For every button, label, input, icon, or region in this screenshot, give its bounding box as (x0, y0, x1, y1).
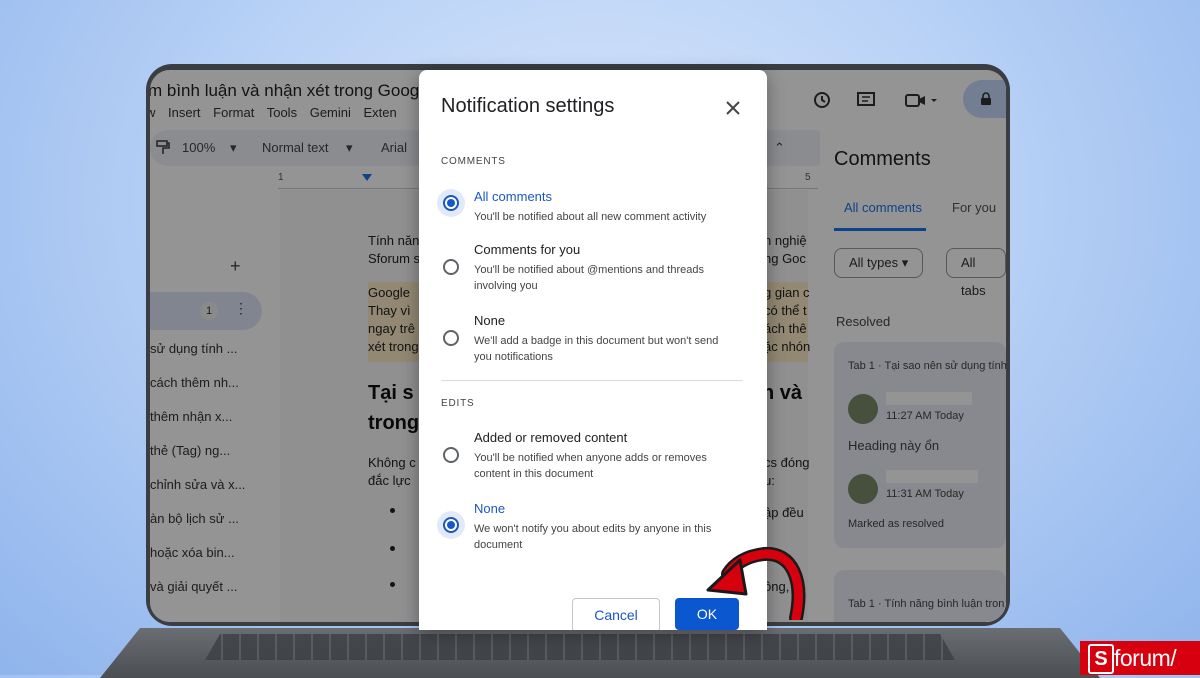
option-label: None (474, 313, 506, 328)
option-description: You'll be notified when anyone adds or r… (474, 452, 707, 480)
option-label: All comments (474, 189, 553, 204)
option-description: You'll be notified about @mentions and t… (474, 264, 704, 292)
laptop-keyboard (205, 634, 955, 660)
comments-section-label: COMMENTS (441, 156, 506, 167)
option-label: Added or removed content (474, 430, 628, 445)
dialog-title: Notification settings (441, 95, 615, 117)
close-button[interactable] (721, 96, 745, 120)
close-icon (726, 101, 740, 115)
radio-comments-for-you[interactable] (443, 259, 459, 275)
option-comments-for-you[interactable]: Comments for you You'll be notified abou… (437, 242, 747, 296)
sforum-logo: S forum/ (1080, 641, 1200, 675)
option-comments-none[interactable]: None We'll add a badge in this document … (437, 313, 747, 367)
radio-edits-none[interactable] (443, 517, 459, 533)
option-description: We won't notify you about edits by anyon… (474, 523, 712, 551)
option-all-comments[interactable]: All comments You'll be notified about al… (437, 189, 747, 229)
logo-text: forum/ (1114, 645, 1177, 671)
edits-section-label: EDITS (441, 398, 475, 409)
radio-added-removed-content[interactable] (443, 447, 459, 463)
option-description: We'll add a badge in this document but w… (474, 335, 719, 363)
radio-comments-none[interactable] (443, 330, 459, 346)
option-description: You'll be notified about all new comment… (474, 211, 707, 223)
section-divider (441, 380, 743, 381)
cancel-button[interactable]: Cancel (572, 598, 660, 630)
option-label: Comments for you (474, 242, 581, 257)
annotation-arrow-icon (706, 546, 806, 620)
logo-mark: S (1088, 644, 1114, 674)
radio-all-comments[interactable] (443, 195, 459, 211)
option-label: None (474, 501, 506, 516)
option-added-removed-content[interactable]: Added or removed content You'll be notif… (437, 430, 747, 484)
